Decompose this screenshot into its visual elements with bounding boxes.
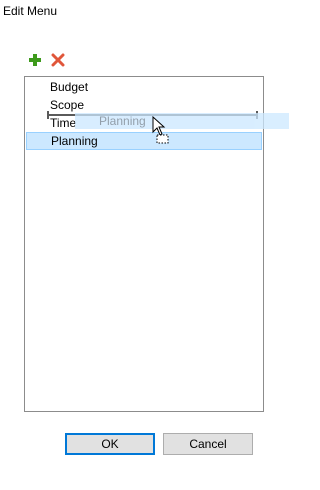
list-item[interactable]: Budget: [26, 78, 262, 96]
drag-cursor-icon: [152, 116, 169, 144]
list-item[interactable]: Scope: [26, 96, 262, 114]
x-icon: [51, 53, 65, 67]
cancel-button[interactable]: Cancel: [163, 433, 253, 455]
window-title: Edit Menu: [3, 4, 58, 18]
remove-item-button[interactable]: [51, 53, 65, 67]
add-item-button[interactable]: [28, 53, 42, 67]
ok-button[interactable]: OK: [65, 433, 155, 455]
drag-ghost-item: Planning: [75, 113, 289, 129]
list-item-selected[interactable]: Planning: [26, 132, 262, 150]
plus-icon: [29, 54, 41, 66]
